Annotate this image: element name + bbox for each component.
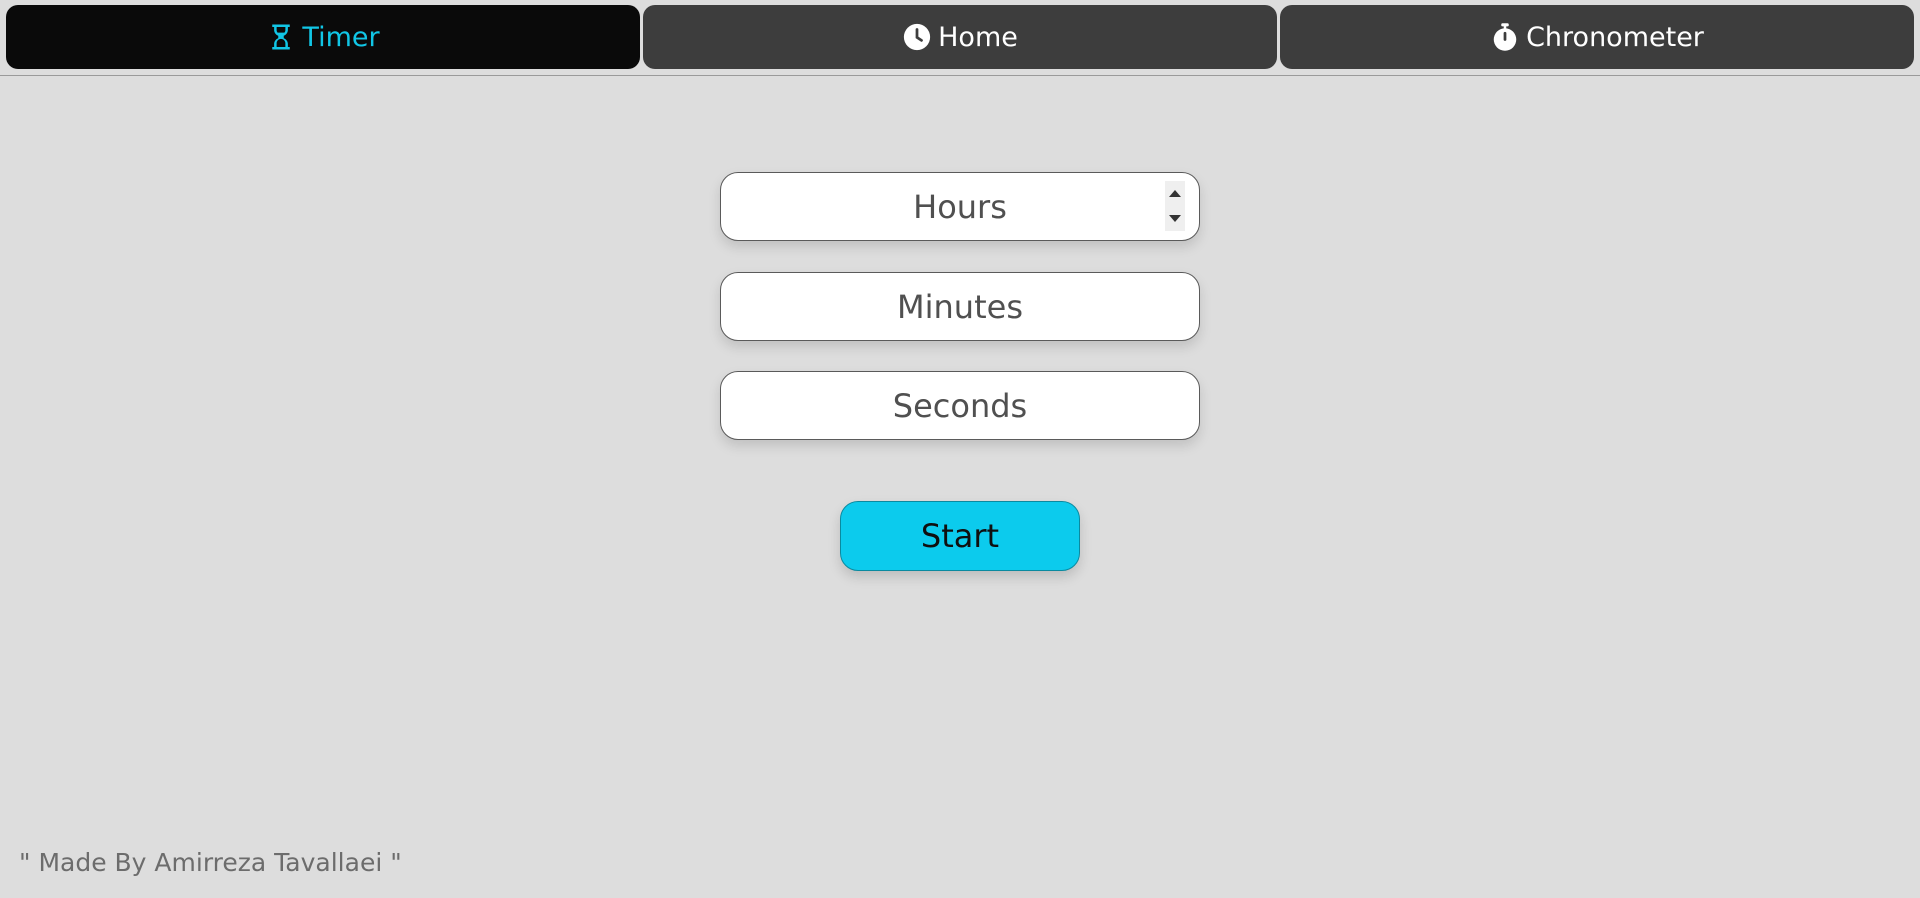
tab-home[interactable]: Home	[643, 5, 1277, 69]
start-button[interactable]: Start	[840, 501, 1080, 571]
clock-icon	[904, 23, 931, 51]
minutes-input[interactable]	[721, 272, 1199, 341]
top-navigation: Timer Home Chronometer	[0, 0, 1920, 76]
tab-timer-label: Timer	[302, 21, 380, 53]
tab-timer[interactable]: Timer	[6, 5, 640, 69]
tab-chronometer[interactable]: Chronometer	[1280, 5, 1914, 69]
hourglass-icon	[272, 24, 291, 50]
hours-input[interactable]	[721, 172, 1199, 241]
chevron-down-icon[interactable]	[1169, 215, 1181, 222]
tab-chronometer-label: Chronometer	[1526, 21, 1704, 53]
footer-credit: " Made By Amirreza Tavallaei "	[19, 848, 402, 877]
chevron-up-icon[interactable]	[1169, 190, 1181, 197]
minutes-field	[720, 272, 1200, 341]
seconds-field	[720, 371, 1200, 440]
tab-home-label: Home	[938, 21, 1018, 53]
hours-field	[720, 172, 1200, 241]
stopwatch-icon	[1493, 23, 1517, 51]
hours-spinner[interactable]	[1165, 181, 1185, 231]
seconds-input[interactable]	[721, 371, 1199, 440]
